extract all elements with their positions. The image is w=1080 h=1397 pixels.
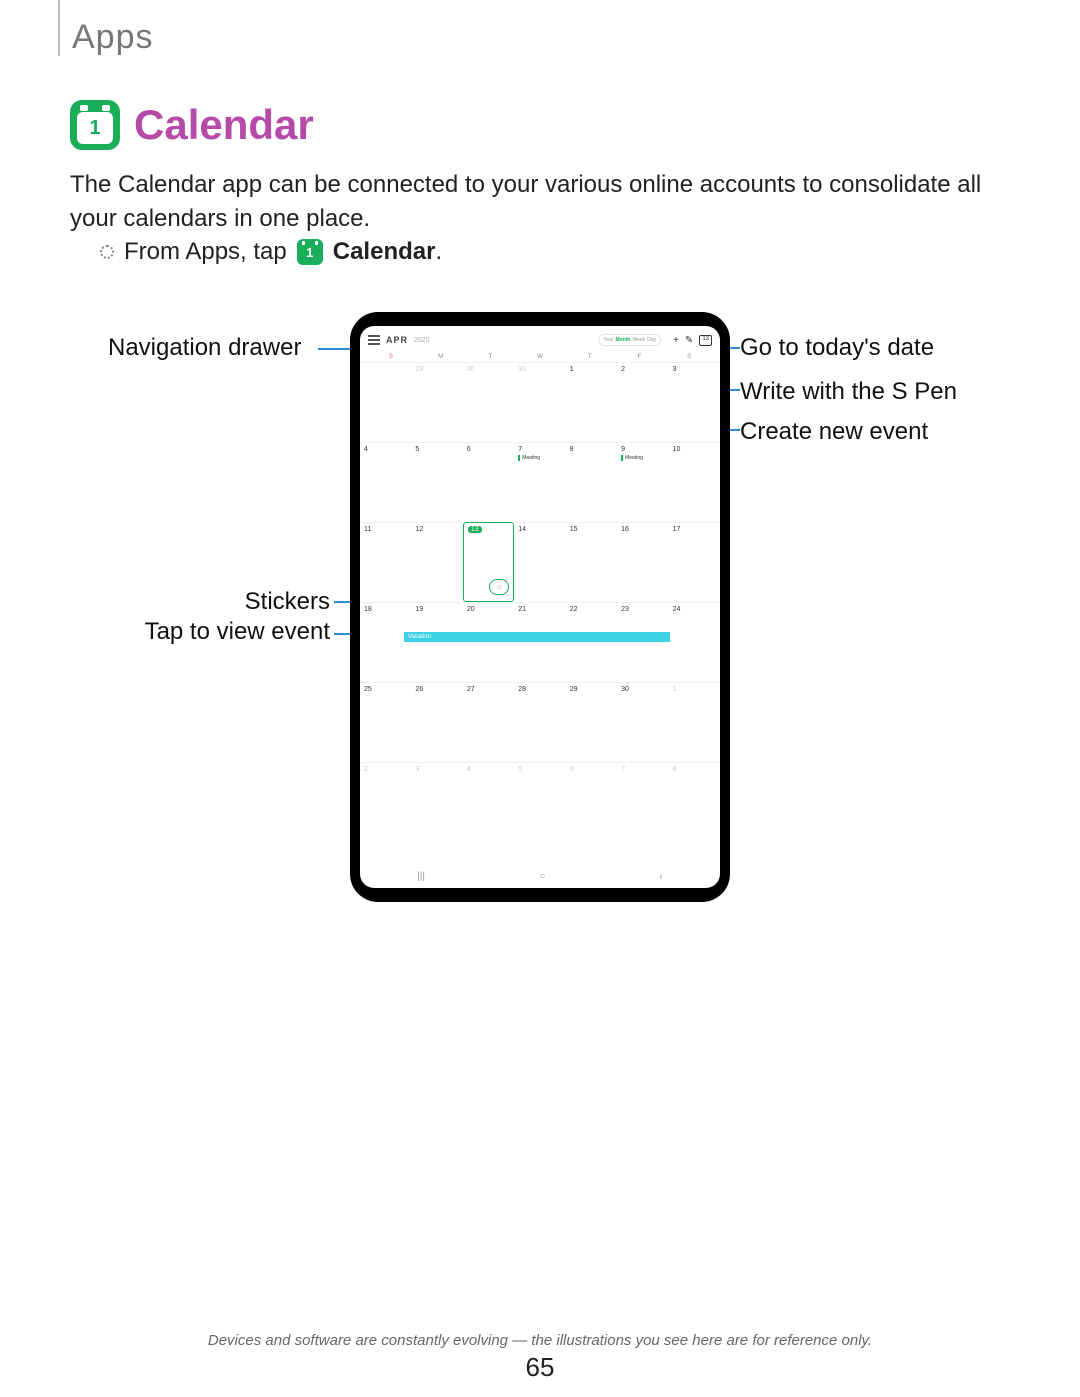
calendar-cell[interactable]: 28 <box>514 682 565 762</box>
sticker-icon[interactable]: ☺ <box>489 579 509 595</box>
page-title-row: 1 Calendar <box>70 100 314 150</box>
vacation-event-bar[interactable]: Vacation <box>404 632 670 642</box>
calendar-cell[interactable]: 31 <box>514 362 565 442</box>
dow-label: T <box>565 354 615 360</box>
calendar-cell[interactable]: 1 <box>566 362 617 442</box>
step-instruction: From Apps, tap 1 Calendar. <box>100 238 442 266</box>
callout-stickers: Stickers <box>230 588 330 616</box>
page-title: Calendar <box>134 101 314 149</box>
calendar-cell[interactable]: 4 <box>360 442 411 522</box>
calendar-cell[interactable]: 6 <box>566 762 617 842</box>
pen-icon[interactable]: ✎ <box>685 335 693 346</box>
calendar-cell[interactable]: 2 <box>360 762 411 842</box>
calendar-cell[interactable]: 14 <box>514 522 565 602</box>
calendar-cell[interactable]: 3 <box>411 762 462 842</box>
calendar-cell[interactable]: 18 <box>360 602 411 682</box>
tablet-frame: APR 2020 Year Month Week Day + ✎ 13 SMTW… <box>350 312 730 902</box>
calendar-cell[interactable]: 10 <box>669 442 720 522</box>
calendar-cell[interactable]: 25 <box>360 682 411 762</box>
calendar-cell[interactable]: 24 <box>669 602 720 682</box>
bullet-icon <box>100 245 114 259</box>
intro-paragraph: The Calendar app can be connected to you… <box>70 168 1010 235</box>
calendar-cell[interactable]: 16 <box>617 522 668 602</box>
callout-new-event: Create new event <box>740 418 928 446</box>
calendar-cell[interactable]: 11 <box>360 522 411 602</box>
calendar-cell[interactable]: 12 <box>411 522 462 602</box>
dow-label: F <box>615 354 665 360</box>
calendar-cell[interactable]: 7 <box>617 762 668 842</box>
section-label: Apps <box>72 18 154 57</box>
step-prefix: From Apps, tap <box>124 238 287 266</box>
calendar-cell[interactable]: 19 <box>411 602 462 682</box>
calendar-cell[interactable]: 15 <box>566 522 617 602</box>
calendar-cell[interactable]: 8 <box>566 442 617 522</box>
calendar-grid: 2930311234567Meeting89Meeting10111213☺14… <box>360 362 720 842</box>
calendar-cell[interactable]: 1 <box>669 682 720 762</box>
dow-label: W <box>515 354 565 360</box>
calendar-app-icon: 1 <box>70 100 120 150</box>
header-rule <box>58 0 60 56</box>
calendar-cell[interactable]: 6 <box>463 442 514 522</box>
system-nav-bar: ||| ○ ‹ <box>360 871 720 882</box>
tab-week[interactable]: Week <box>632 337 645 343</box>
step-app-name: Calendar <box>333 238 436 265</box>
callout-view-event: Tap to view event <box>120 618 330 646</box>
tablet-screen: APR 2020 Year Month Week Day + ✎ 13 SMTW… <box>360 326 720 888</box>
hamburger-icon[interactable] <box>368 335 380 345</box>
dow-label: S <box>366 354 416 360</box>
year-label: 2020 <box>414 337 430 344</box>
calendar-mini-icon: 1 <box>297 239 323 265</box>
tab-year[interactable]: Year <box>603 337 613 343</box>
page-number: 65 <box>0 1352 1080 1383</box>
calendar-cell[interactable]: 4 <box>463 762 514 842</box>
callout-navigation-drawer: Navigation drawer <box>108 334 301 362</box>
dow-label: S <box>664 354 714 360</box>
today-icon[interactable]: 13 <box>699 335 712 346</box>
calendar-cell[interactable]: 5 <box>514 762 565 842</box>
calendar-cell[interactable]: 20 <box>463 602 514 682</box>
month-label[interactable]: APR <box>386 335 408 345</box>
callout-today: Go to today's date <box>740 334 934 362</box>
calendar-cell[interactable]: 30 <box>617 682 668 762</box>
calendar-cell[interactable]: 27 <box>463 682 514 762</box>
calendar-cell[interactable]: 9Meeting <box>617 442 668 522</box>
calendar-cell[interactable]: 29 <box>566 682 617 762</box>
calendar-cell[interactable]: 13☺ <box>463 522 514 602</box>
view-tabs[interactable]: Year Month Week Day <box>598 334 661 346</box>
calendar-cell[interactable]: 22 <box>566 602 617 682</box>
calendar-cell[interactable]: 3 <box>669 362 720 442</box>
recent-apps-icon[interactable]: ||| <box>417 871 425 882</box>
calendar-cell[interactable]: 21 <box>514 602 565 682</box>
calendar-cell[interactable]: 8 <box>669 762 720 842</box>
home-icon[interactable]: ○ <box>539 871 545 882</box>
dow-label: T <box>465 354 515 360</box>
day-of-week-row: SMTWTFS <box>360 350 720 362</box>
calendar-cell[interactable]: 26 <box>411 682 462 762</box>
dow-label: M <box>416 354 466 360</box>
tab-day[interactable]: Day <box>647 337 656 343</box>
calendar-cell[interactable]: 23 <box>617 602 668 682</box>
calendar-cell[interactable]: 29 <box>411 362 462 442</box>
calendar-cell[interactable]: 17 <box>669 522 720 602</box>
calendar-cell[interactable]: 30 <box>463 362 514 442</box>
step-period: . <box>435 238 442 265</box>
back-icon[interactable]: ‹ <box>660 871 663 882</box>
callout-spen: Write with the S Pen <box>740 378 957 406</box>
event-label[interactable]: Meeting <box>621 455 664 461</box>
footer-note: Devices and software are constantly evol… <box>0 1332 1080 1349</box>
tab-month[interactable]: Month <box>615 337 630 343</box>
calendar-cell[interactable]: 5 <box>411 442 462 522</box>
calendar-cell[interactable]: 2 <box>617 362 668 442</box>
calendar-topbar: APR 2020 Year Month Week Day + ✎ 13 <box>360 326 720 350</box>
calendar-cell[interactable]: 7Meeting <box>514 442 565 522</box>
calendar-cell[interactable] <box>360 362 411 442</box>
plus-icon[interactable]: + <box>673 335 679 346</box>
event-label[interactable]: Meeting <box>518 455 561 461</box>
